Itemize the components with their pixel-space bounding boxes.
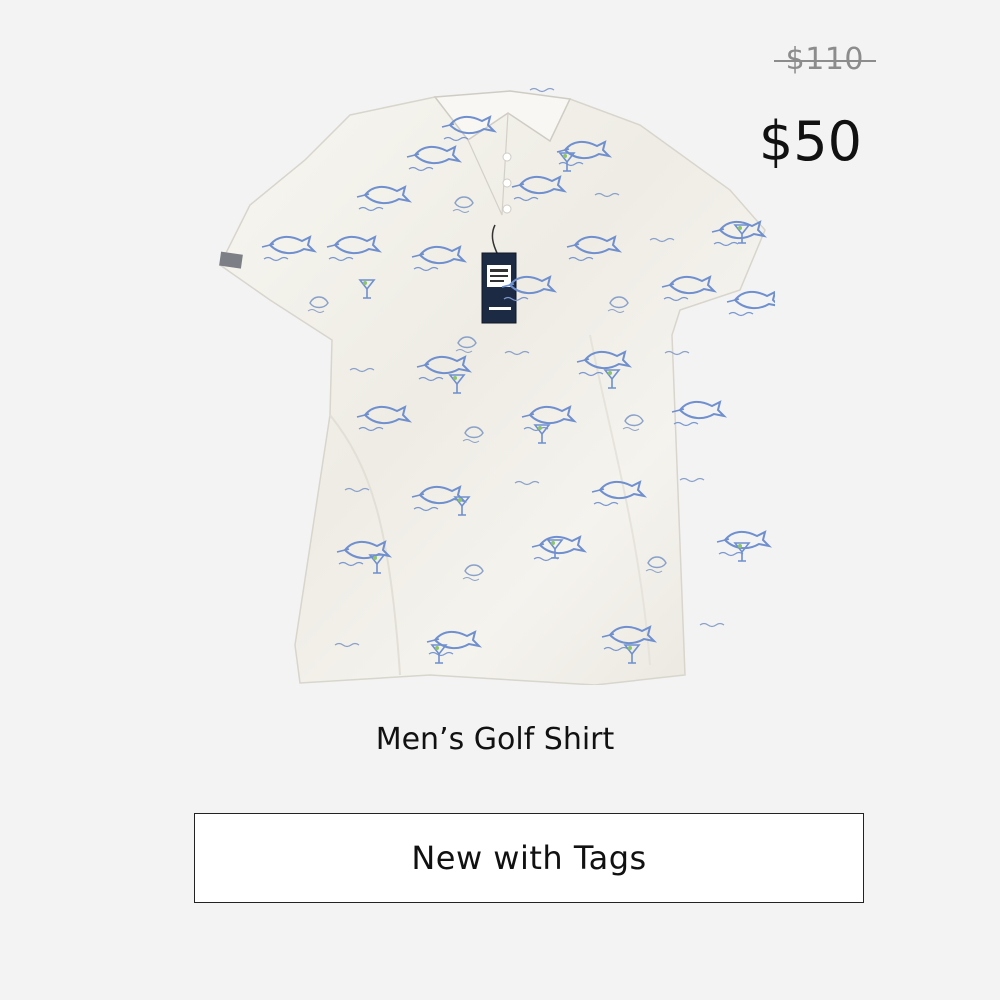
product-image[interactable]: [210, 85, 775, 685]
shirt-body: [219, 94, 766, 685]
original-price: $110: [773, 42, 876, 77]
strikethrough-line: [773, 60, 876, 63]
product-card[interactable]: $110 $50 Men’s Golf Shirt New with Tags: [0, 0, 1000, 1000]
condition-badge[interactable]: New with Tags: [194, 813, 864, 903]
condition-label: New with Tags: [411, 839, 647, 877]
product-title: Men’s Golf Shirt: [375, 722, 615, 757]
price-tag: [481, 252, 517, 324]
